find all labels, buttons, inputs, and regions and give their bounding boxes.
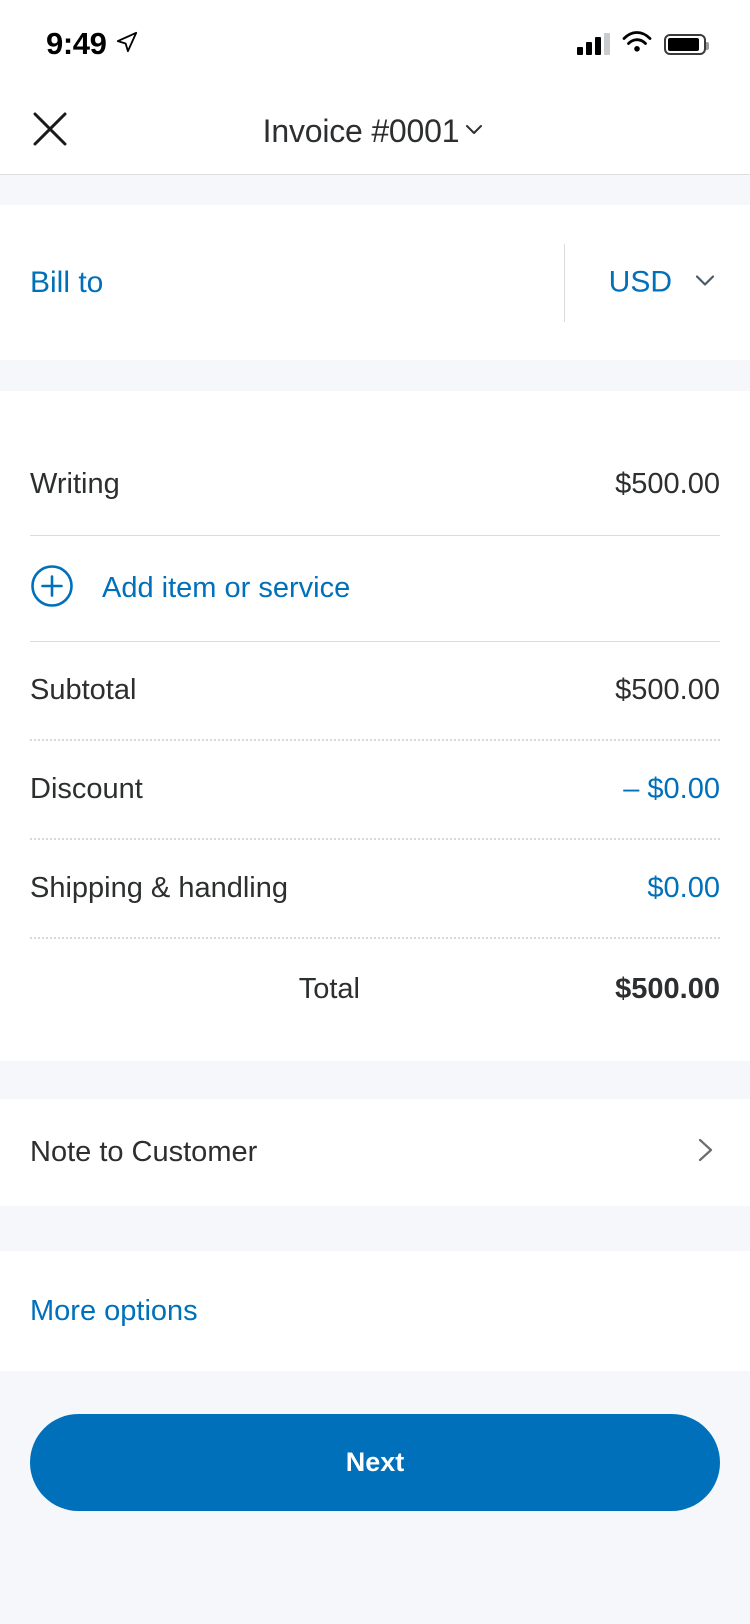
total-row: Total $500.00	[0, 939, 750, 1039]
status-bar: 9:49	[0, 0, 750, 88]
items-bottom-pad	[0, 1039, 750, 1061]
more-options-label: More options	[30, 1294, 198, 1327]
section-gap	[0, 175, 750, 205]
invoice-title-dropdown[interactable]: Invoice #0001	[263, 113, 488, 150]
note-section: Note to Customer	[0, 1099, 750, 1206]
vertical-divider	[564, 243, 565, 322]
shipping-value: $0.00	[647, 872, 720, 904]
battery-icon	[664, 33, 709, 55]
currency-value: USD	[608, 265, 672, 299]
line-item-name: Writing	[30, 467, 120, 500]
next-button[interactable]: Next	[30, 1414, 720, 1511]
section-gap	[0, 360, 750, 391]
bill-to-label: Bill to	[30, 265, 104, 299]
bill-to-section: Bill to USD	[0, 205, 750, 360]
items-section: Writing $500.00 Add item or service Subt…	[0, 391, 750, 1061]
subtotal-label: Subtotal	[30, 674, 137, 706]
section-gap	[0, 1061, 750, 1099]
status-time: 9:49	[46, 26, 107, 61]
chevron-right-icon	[690, 1135, 720, 1170]
line-item-amount: $500.00	[615, 467, 720, 500]
more-options-button[interactable]: More options	[0, 1251, 750, 1371]
note-to-customer-row[interactable]: Note to Customer	[0, 1099, 750, 1206]
location-arrow-icon	[116, 31, 138, 58]
invoice-screen: 9:49 Invoice #0001 Bill to USD Writing $…	[0, 0, 750, 1624]
total-label-wrap: Total	[30, 973, 360, 1006]
close-button[interactable]	[30, 111, 70, 151]
cellular-signal-icon	[577, 33, 610, 55]
page-title: Invoice #0001	[262, 112, 460, 149]
shipping-label: Shipping & handling	[30, 872, 288, 904]
line-item-row[interactable]: Writing $500.00	[0, 433, 750, 535]
note-to-customer-label: Note to Customer	[30, 1136, 258, 1168]
section-gap	[0, 1206, 750, 1251]
chevron-down-icon	[690, 265, 720, 300]
total-label: Total	[298, 972, 360, 1005]
discount-value: – $0.00	[623, 773, 720, 805]
status-bar-right	[577, 30, 709, 58]
add-item-label: Add item or service	[102, 572, 351, 604]
add-item-button[interactable]: Add item or service	[0, 536, 750, 641]
subtotal-value: $500.00	[615, 674, 720, 706]
discount-row[interactable]: Discount – $0.00	[0, 741, 750, 838]
subtotal-row: Subtotal $500.00	[0, 642, 750, 739]
items-top-pad	[0, 391, 750, 433]
currency-selector[interactable]: USD	[609, 265, 720, 300]
navigation-bar: Invoice #0001	[0, 88, 750, 175]
bill-to-row[interactable]: Bill to USD	[0, 205, 750, 360]
close-icon	[32, 111, 68, 152]
total-value: $500.00	[615, 972, 720, 1005]
footer: Next	[0, 1371, 750, 1624]
more-options-section: More options	[0, 1251, 750, 1371]
shipping-row[interactable]: Shipping & handling $0.00	[0, 840, 750, 937]
chevron-down-icon	[461, 116, 487, 147]
plus-circle-icon	[30, 564, 74, 613]
wifi-icon	[622, 30, 652, 58]
discount-label: Discount	[30, 773, 143, 805]
status-bar-left: 9:49	[46, 26, 138, 62]
